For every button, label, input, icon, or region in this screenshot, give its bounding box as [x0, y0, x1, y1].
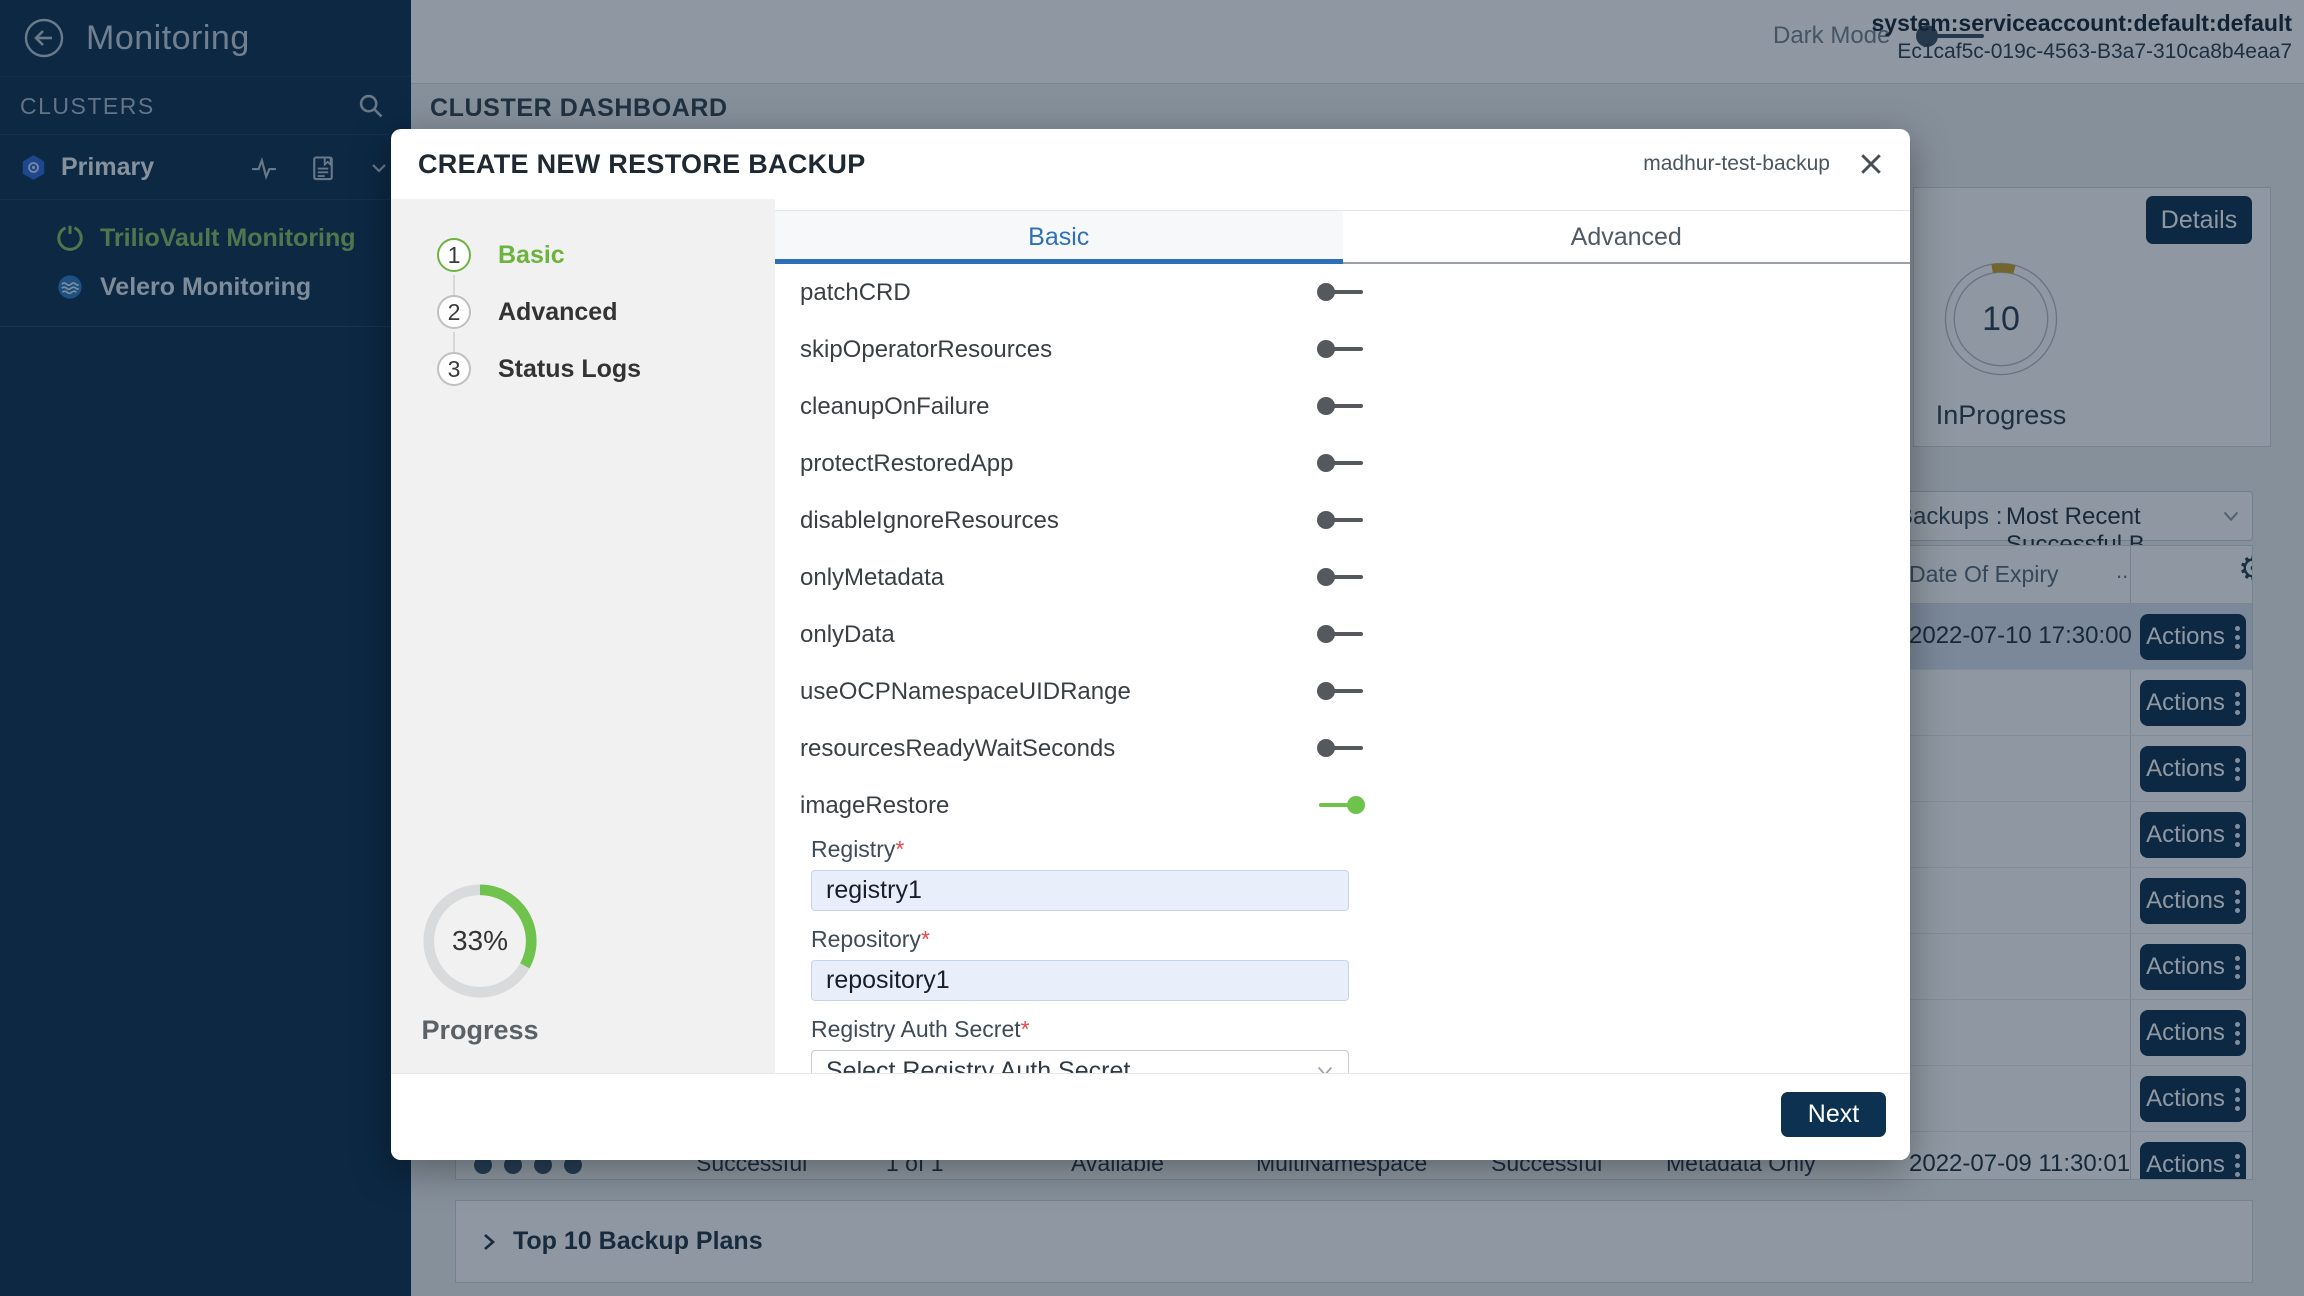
step-number: 2 [437, 295, 471, 329]
step-number: 1 [437, 238, 471, 272]
backup-name: madhur-test-backup [1643, 152, 1830, 176]
step-basic[interactable]: 1 Basic [437, 238, 565, 272]
repository-input[interactable] [811, 960, 1349, 1001]
toggle-row-cleanuponfailure: cleanupOnFailure [775, 378, 1910, 435]
toggle-switch[interactable] [1317, 453, 1365, 473]
progress-percent: 33% [422, 883, 538, 999]
progress-label: Progress [400, 1015, 560, 1046]
modal-header: CREATE NEW RESTORE BACKUP madhur-test-ba… [391, 129, 1910, 199]
toggle-row-skipoperatorresources: skipOperatorResources [775, 321, 1910, 378]
next-button[interactable]: Next [1781, 1092, 1886, 1137]
tab-advanced[interactable]: Advanced [1343, 211, 1911, 264]
close-icon[interactable] [1856, 149, 1886, 179]
registry-label: Registry* [811, 836, 1349, 863]
toggle-switch[interactable] [1317, 567, 1365, 587]
step-label: Basic [498, 241, 565, 270]
toggle-row-disableignoreresources: disableIgnoreResources [775, 492, 1910, 549]
toggle-switch[interactable] [1317, 282, 1365, 302]
toggle-switch[interactable] [1317, 396, 1365, 416]
toggle-row-onlydata: onlyData [775, 606, 1910, 663]
toggle-switch[interactable] [1317, 510, 1365, 530]
repository-label: Repository* [811, 926, 1349, 953]
tab-basic[interactable]: Basic [775, 211, 1343, 264]
toggle-row-useocpnamespaceuidrange: useOCPNamespaceUIDRange [775, 663, 1910, 720]
modal-content: Basic Advanced patchCRD skipOperatorReso… [775, 199, 1910, 1073]
toggle-switch[interactable] [1317, 339, 1365, 359]
step-number: 3 [437, 352, 471, 386]
modal-footer: Next [391, 1073, 1910, 1160]
registry-input[interactable] [811, 870, 1349, 911]
image-restore-form: Registry* Repository* Registry Auth Secr… [811, 836, 1349, 1092]
modal-stepper-panel: 1 Basic 2 Advanced 3 Status Logs 33% Pro… [391, 199, 775, 1073]
registry-auth-secret-label: Registry Auth Secret* [811, 1016, 1349, 1043]
step-label: Advanced [498, 298, 617, 327]
toggle-list: patchCRD skipOperatorResources cleanupOn… [775, 264, 1910, 834]
toggle-row-resourcesreadywaitseconds: resourcesReadyWaitSeconds [775, 720, 1910, 777]
step-label: Status Logs [498, 355, 641, 384]
toggle-row-onlymetadata: onlyMetadata [775, 549, 1910, 606]
toggle-switch[interactable] [1317, 624, 1365, 644]
toggle-row-protectrestoredapp: protectRestoredApp [775, 435, 1910, 492]
create-restore-backup-modal: CREATE NEW RESTORE BACKUP madhur-test-ba… [391, 129, 1910, 1160]
step-status-logs[interactable]: 3 Status Logs [437, 352, 641, 386]
toggle-switch[interactable] [1317, 738, 1365, 758]
step-advanced[interactable]: 2 Advanced [437, 295, 617, 329]
toggle-switch[interactable] [1317, 795, 1365, 815]
toggle-switch[interactable] [1317, 681, 1365, 701]
toggle-row-imagerestore: imageRestore [775, 777, 1910, 834]
modal-tabs: Basic Advanced [775, 210, 1910, 264]
toggle-row-patchcrd: patchCRD [775, 264, 1910, 321]
modal-title: CREATE NEW RESTORE BACKUP [418, 149, 1643, 180]
